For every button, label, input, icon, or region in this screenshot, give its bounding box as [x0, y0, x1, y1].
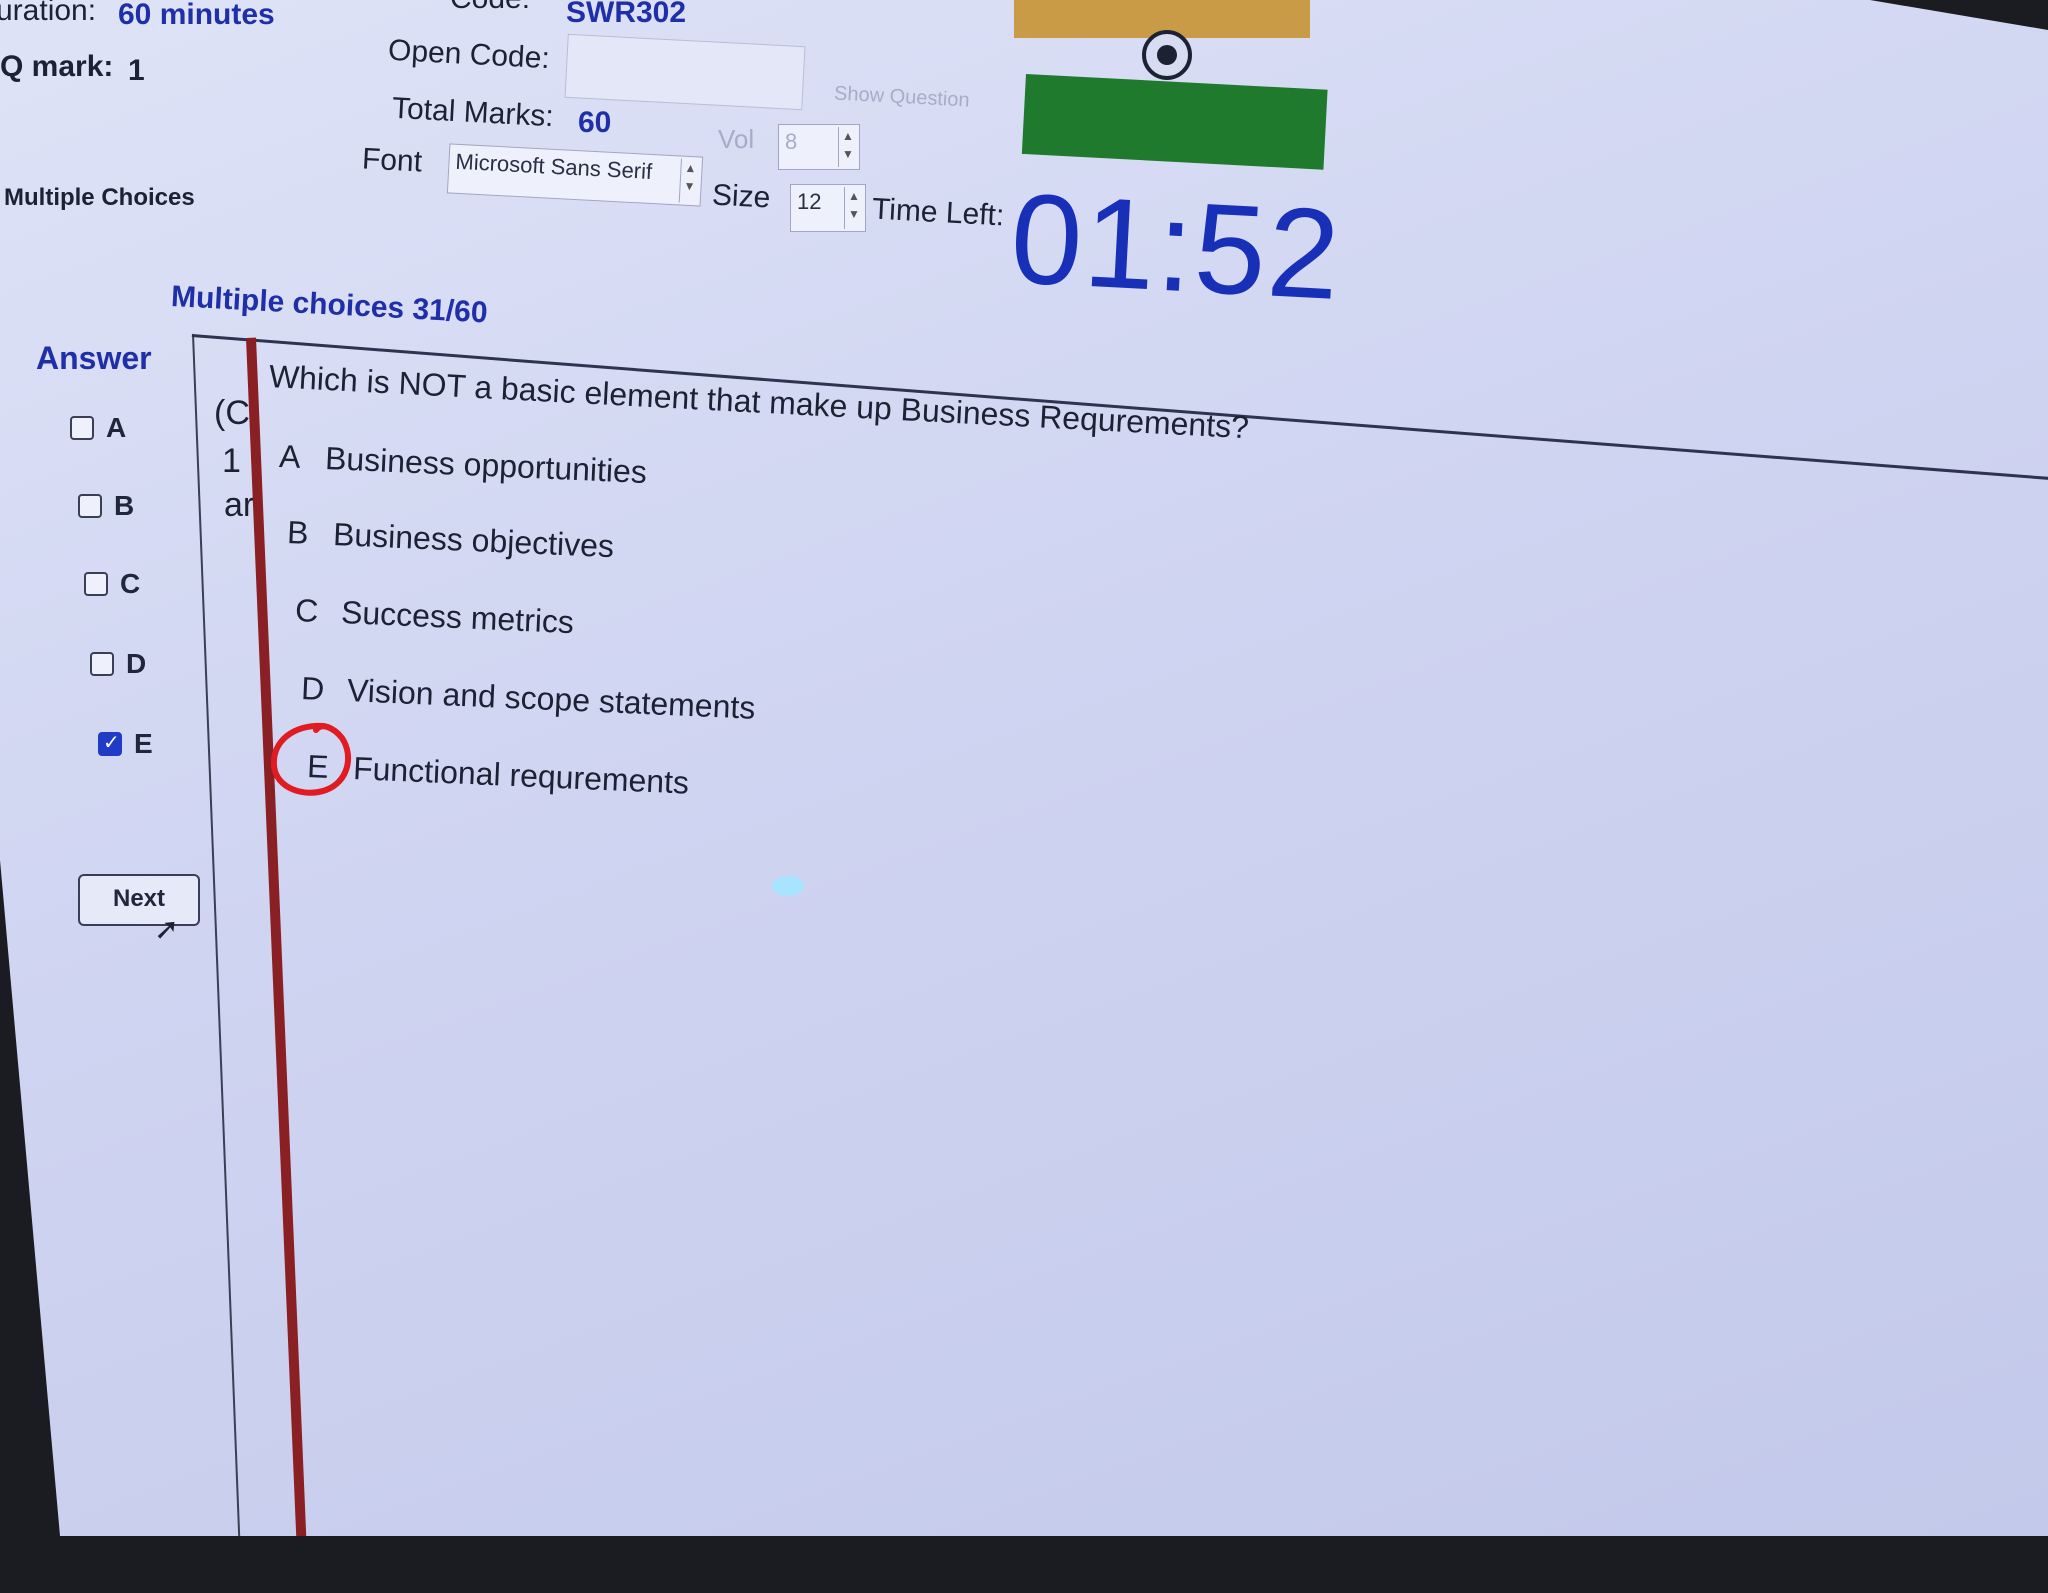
record-icon[interactable] — [1142, 30, 1192, 80]
choice-letter: C — [294, 592, 320, 629]
choice-text: Business objectives — [332, 516, 615, 565]
vol-value: 8 — [785, 129, 798, 154]
time-left-value: 01:52 — [1007, 166, 1345, 328]
open-code-input[interactable] — [564, 33, 806, 111]
answer-option-label: E — [134, 728, 153, 759]
answer-option-label: B — [114, 490, 135, 521]
size-label: Size — [711, 178, 772, 215]
size-spinner[interactable]: 12 ▲ ▼ — [790, 184, 866, 232]
code-value: SWR302 — [566, 0, 687, 29]
screen-reflection — [772, 876, 804, 896]
answer-title: Answer — [36, 340, 152, 376]
spinner-arrows-icon[interactable]: ▲ ▼ — [678, 158, 700, 204]
spinner-arrows-icon[interactable]: ▲ ▼ — [838, 127, 857, 167]
choice-d: D Vision and scope statements — [300, 670, 756, 727]
size-value: 12 — [797, 189, 822, 214]
choice-c: C Success metrics — [294, 592, 574, 641]
duration-label: uration: — [0, 0, 97, 27]
answer-option-b[interactable]: B — [78, 490, 134, 522]
next-button[interactable]: Next — [78, 874, 200, 926]
next-button-label: Next — [112, 885, 166, 912]
answer-checkbox[interactable] — [78, 494, 102, 518]
exam-window: uration: 60 minutes Q mark: 1 Multiple C… — [0, 0, 2048, 1536]
spinner-arrows-icon[interactable]: ▲ ▼ — [844, 187, 863, 229]
font-value: Microsoft Sans Serif — [454, 148, 653, 185]
choice-letter: B — [286, 514, 310, 551]
mouse-cursor-icon: ➚ — [154, 913, 180, 946]
font-select[interactable]: Microsoft Sans Serif ▲ ▼ — [446, 143, 704, 207]
vol-label: Vol — [718, 124, 755, 154]
answer-option-label: C — [120, 568, 141, 599]
q-mark-label: Q mark: — [0, 50, 114, 83]
answer-option-a[interactable]: A — [70, 412, 126, 444]
q-mark-value: 1 — [128, 54, 145, 87]
total-marks-value: 60 — [578, 106, 612, 139]
choice-text: Success metrics — [340, 594, 575, 641]
answer-checkbox[interactable] — [84, 572, 108, 596]
choice-text: Vision and scope statements — [346, 672, 757, 726]
show-question-button[interactable]: Show Question — [833, 82, 971, 112]
answer-option-label: D — [126, 648, 147, 679]
answer-checkbox[interactable] — [70, 416, 94, 440]
side-fragment: ar — [224, 486, 255, 524]
code-label: Code: — [450, 0, 530, 16]
answer-option-e[interactable]: E — [98, 728, 153, 760]
open-code-label: Open Code: — [387, 33, 551, 76]
question-panel-title: Multiple choices 31/60 — [170, 280, 489, 330]
side-fragment: (C — [214, 394, 250, 432]
vol-spinner[interactable]: 8 ▲ ▼ — [778, 124, 860, 170]
choice-letter: A — [278, 438, 302, 475]
question-text: Which is NOT a basic element that make u… — [268, 358, 1250, 446]
time-left-label: Time Left: — [871, 192, 1006, 233]
answer-option-d[interactable]: D — [90, 648, 146, 680]
answer-checkbox[interactable] — [90, 652, 114, 676]
status-bar-green — [1021, 74, 1328, 170]
answer-option-c[interactable]: C — [84, 568, 140, 600]
answer-option-label: A — [106, 412, 127, 443]
choice-text: Business opportunities — [324, 440, 648, 491]
font-label: Font — [361, 142, 423, 179]
choice-letter: D — [300, 670, 326, 707]
red-circle-annotation — [270, 722, 352, 796]
duration-value: 60 minutes — [118, 0, 275, 31]
side-fragment: 1 — [222, 442, 241, 480]
choice-a: A Business opportunities — [278, 438, 647, 491]
section-label: Multiple Choices — [4, 184, 195, 211]
total-marks-label: Total Marks: — [391, 91, 555, 134]
answer-checkbox-checked[interactable] — [98, 730, 122, 756]
choice-b: B Business objectives — [286, 514, 614, 565]
choice-text: Functional requrements — [352, 750, 690, 801]
